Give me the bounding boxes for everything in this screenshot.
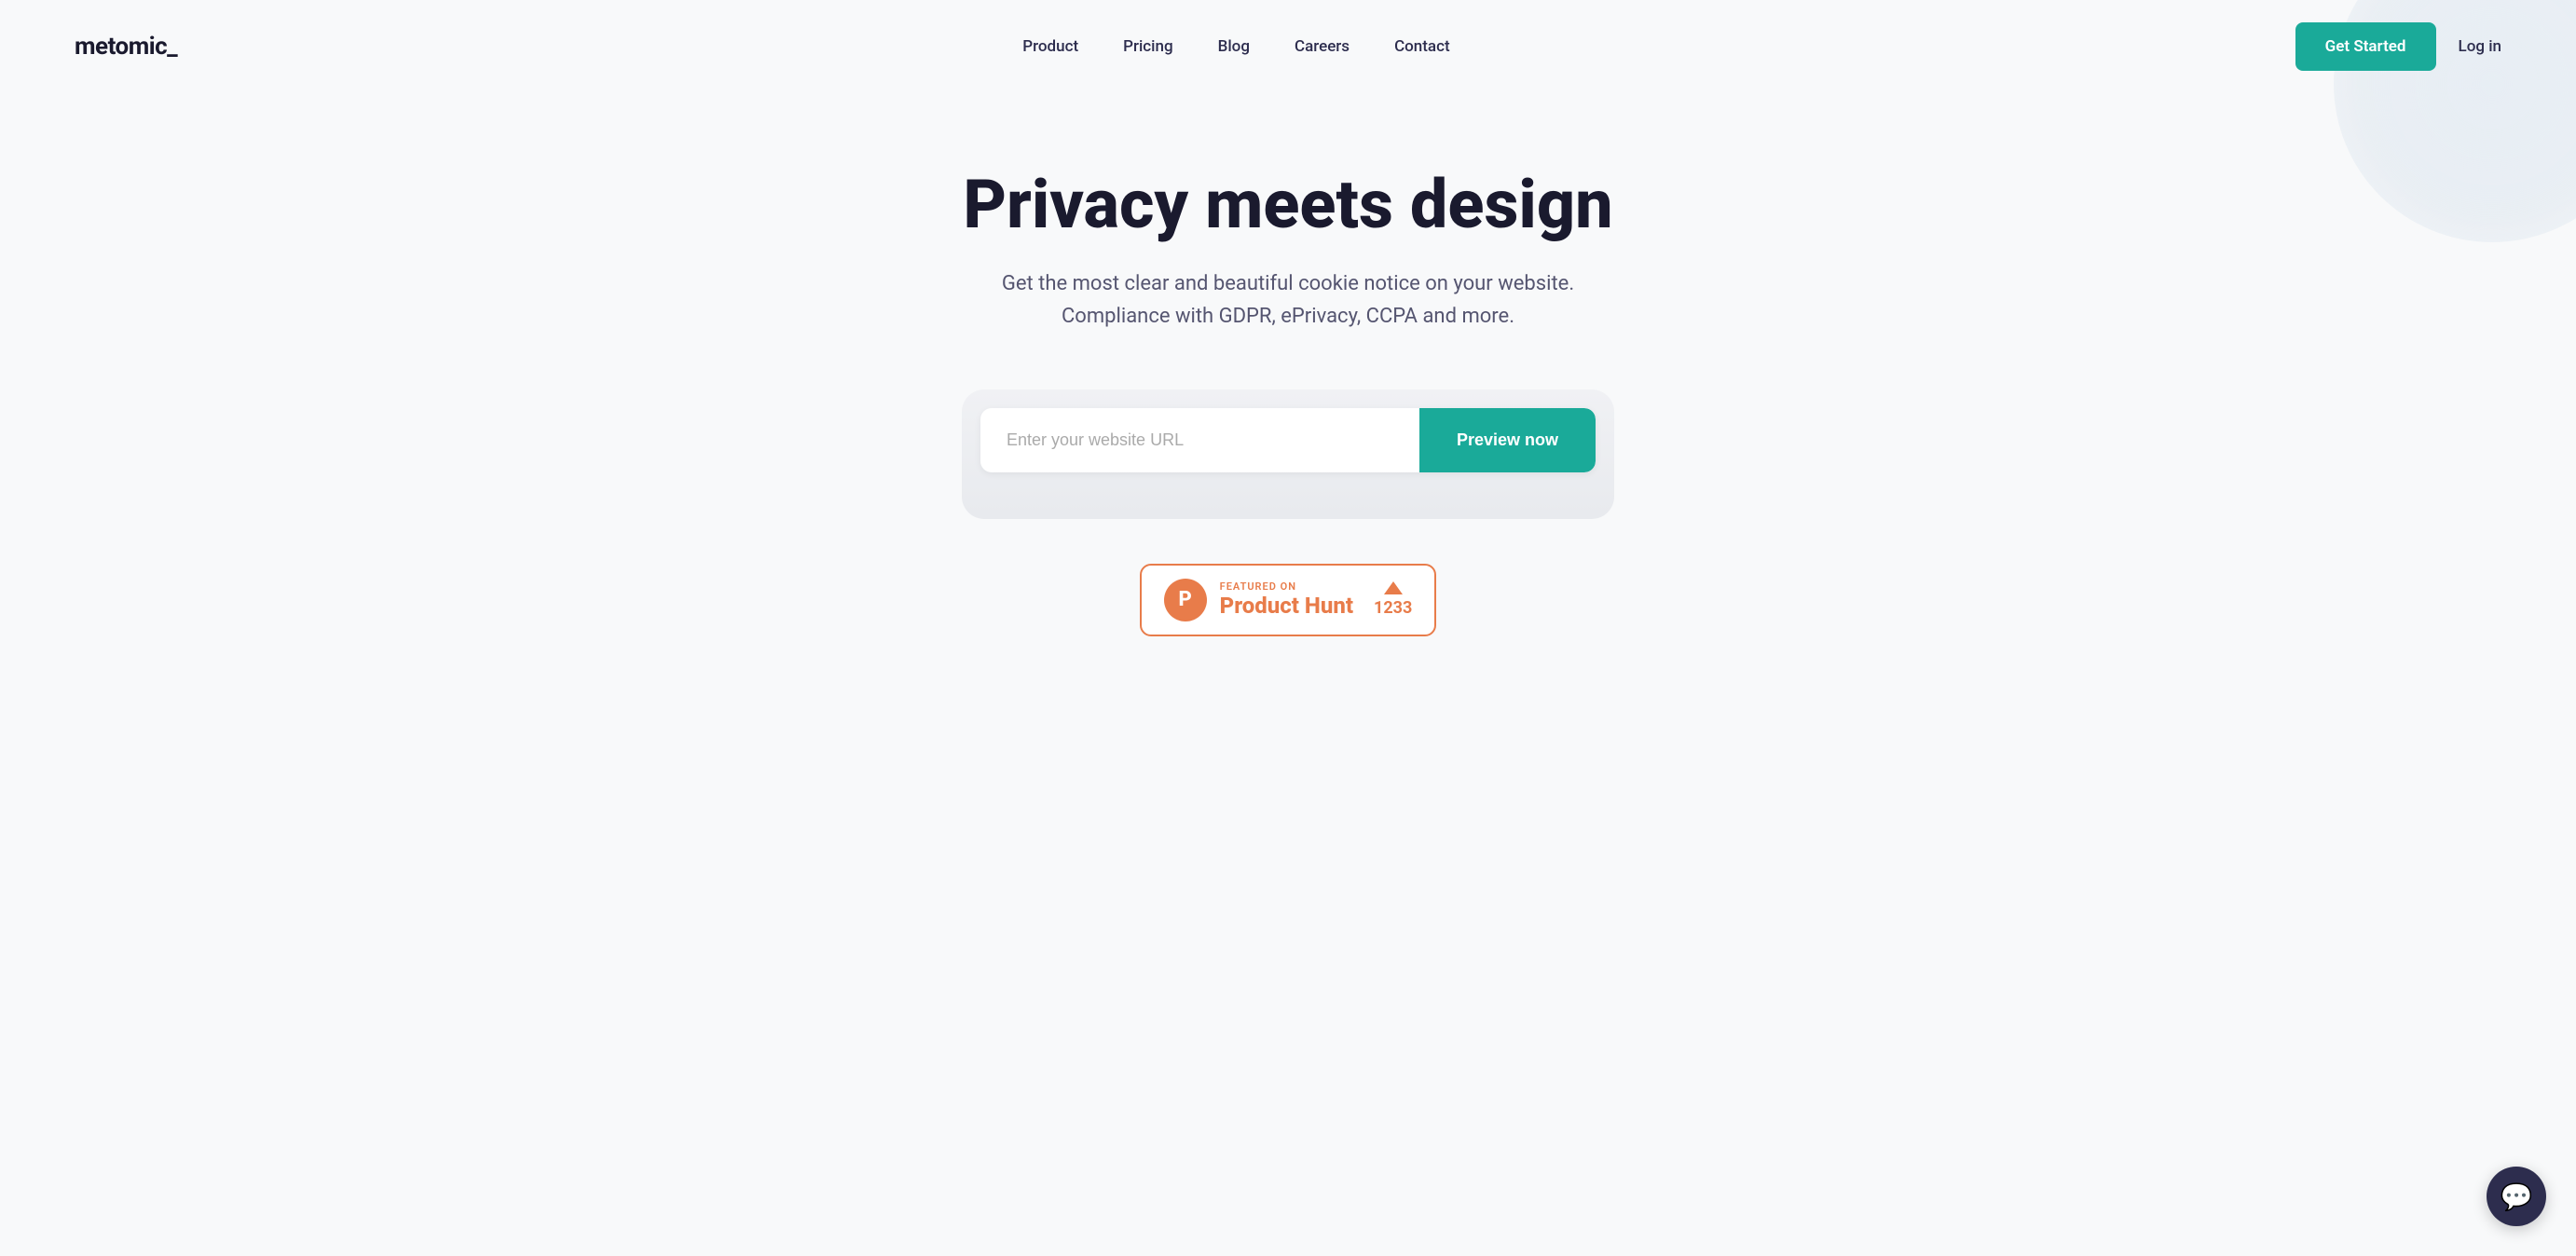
- nav-contact[interactable]: Contact: [1394, 37, 1450, 56]
- hero-section: Privacy meets design Get the most clear …: [0, 93, 2576, 692]
- get-started-button[interactable]: Get Started: [2295, 22, 2436, 71]
- navbar: metomic Product Pricing Blog Careers Con…: [0, 0, 2576, 93]
- product-hunt-votes: 1233: [1374, 581, 1412, 618]
- nav-links: Product Pricing Blog Careers Contact: [1022, 37, 1449, 56]
- hero-title: Privacy meets design: [963, 168, 1612, 241]
- login-button[interactable]: Log in: [2459, 37, 2501, 56]
- nav-pricing[interactable]: Pricing: [1123, 37, 1173, 56]
- preview-button[interactable]: Preview now: [1419, 408, 1596, 472]
- product-hunt-icon: P: [1164, 579, 1207, 621]
- product-hunt-badge[interactable]: P FEATURED ON Product Hunt 1233: [1140, 564, 1437, 636]
- nav-careers[interactable]: Careers: [1295, 37, 1350, 56]
- logo[interactable]: metomic: [75, 33, 177, 61]
- chat-widget[interactable]: 💬: [2487, 1167, 2546, 1226]
- vote-count: 1233: [1374, 598, 1412, 618]
- url-input[interactable]: [980, 408, 1419, 472]
- product-hunt-text: FEATURED ON Product Hunt: [1220, 580, 1353, 619]
- url-form-container: Preview now: [962, 389, 1614, 519]
- upvote-triangle-icon: [1384, 581, 1403, 594]
- hero-subtitle: Get the most clear and beautiful cookie …: [999, 267, 1577, 333]
- nav-blog[interactable]: Blog: [1218, 37, 1250, 56]
- product-hunt-name: Product Hunt: [1220, 593, 1353, 619]
- chat-icon: 💬: [2501, 1181, 2533, 1212]
- url-form: Preview now: [980, 408, 1596, 472]
- nav-product[interactable]: Product: [1022, 37, 1078, 56]
- nav-right: Get Started Log in: [2295, 22, 2501, 71]
- product-hunt-featured-label: FEATURED ON: [1220, 580, 1296, 593]
